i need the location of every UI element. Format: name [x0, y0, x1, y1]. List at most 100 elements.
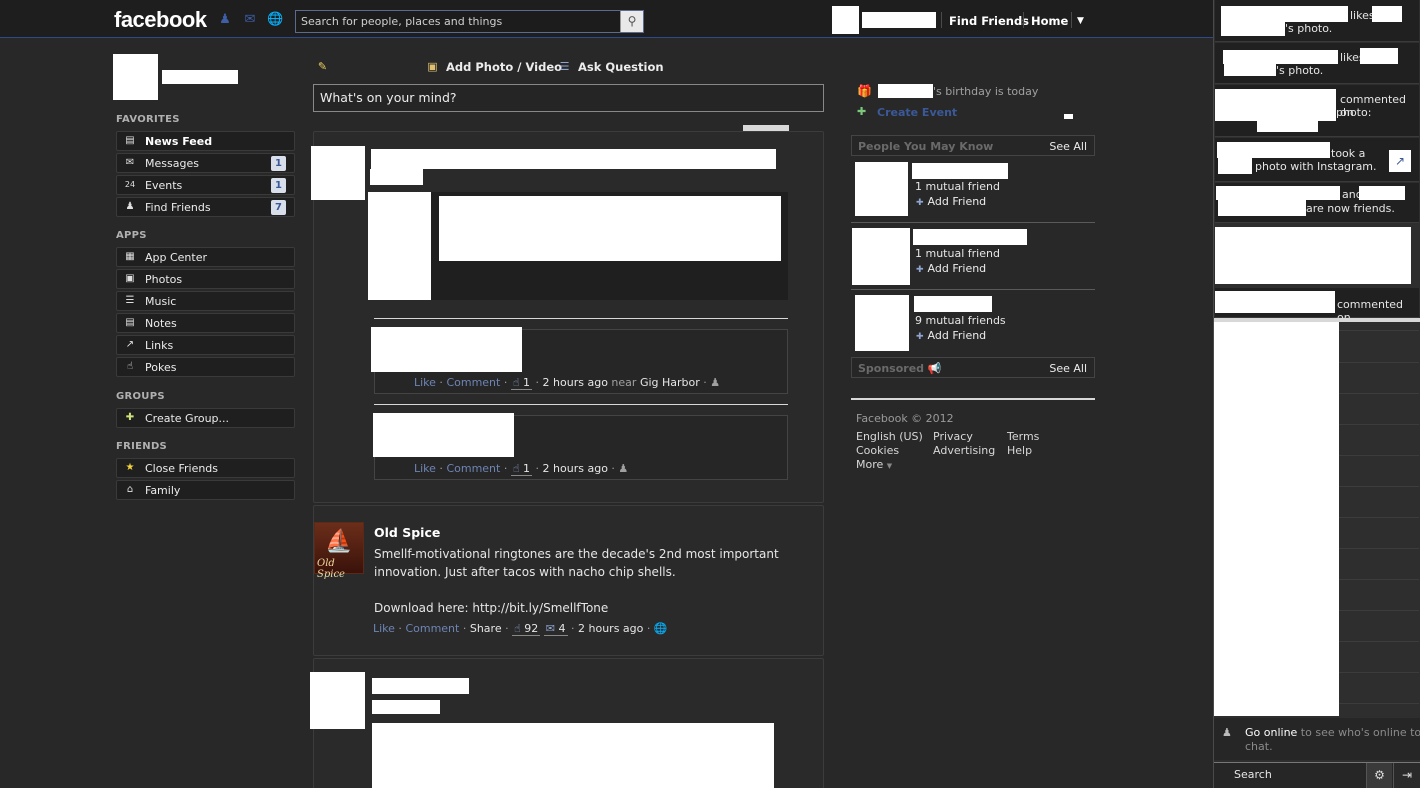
- birthday-friend-name[interactable]: [878, 84, 933, 98]
- old-spice-logo[interactable]: ⛵ Old Spice: [314, 522, 364, 580]
- ticker-story-content[interactable]: [1215, 227, 1411, 284]
- add-friend-button[interactable]: ✚ Add Friend: [916, 262, 986, 275]
- sponsored-see-all-link[interactable]: See All: [1049, 362, 1087, 375]
- messages-icon[interactable]: ✉: [242, 13, 258, 27]
- advertising-link[interactable]: Advertising: [933, 444, 995, 457]
- sidebar-item-events[interactable]: 24 Events 1: [116, 175, 295, 195]
- ticker-target: [1224, 64, 1276, 76]
- story-content: [372, 723, 774, 788]
- ask-question-icon: ☰: [559, 60, 570, 73]
- ticker-text: 's photo.: [1276, 64, 1324, 77]
- comment-actions: Like · Comment · ☝ 1 · 2 hours ago near …: [414, 376, 721, 390]
- cookies-link[interactable]: Cookies: [856, 444, 899, 457]
- chat-search-input[interactable]: Search: [1234, 768, 1272, 781]
- chat-options-gear-icon[interactable]: ⚙: [1366, 763, 1392, 788]
- sponsored-header: Sponsored 📢 See All: [851, 357, 1095, 378]
- sidebar-item-create-group[interactable]: ✚ Create Group...: [116, 408, 295, 428]
- sidebar-item-find-friends[interactable]: ♟ Find Friends 7: [116, 197, 295, 217]
- like-link[interactable]: Like: [373, 622, 395, 635]
- notifications-globe-icon[interactable]: 🌐: [267, 13, 283, 27]
- mutual-friends-text[interactable]: 9 mutual friends: [915, 314, 1006, 327]
- comment-link[interactable]: Comment: [446, 462, 500, 475]
- status-input[interactable]: What's on your mind?: [313, 84, 824, 112]
- search-input[interactable]: [296, 11, 621, 32]
- chat-popout-icon[interactable]: ⇥: [1393, 763, 1420, 788]
- sidebar-item-music[interactable]: ☰ Music: [116, 291, 295, 311]
- mutual-friends-text[interactable]: 1 mutual friend: [915, 180, 1000, 193]
- like-link[interactable]: Like: [414, 376, 436, 389]
- add-friend-button[interactable]: ✚ Add Friend: [916, 329, 986, 342]
- timestamp[interactable]: 2 hours ago: [543, 462, 608, 475]
- sidebar-item-links[interactable]: ↗ Links: [116, 335, 295, 355]
- add-friend-button[interactable]: ✚ Add Friend: [916, 195, 986, 208]
- copyright-text: Facebook © 2012: [856, 412, 954, 425]
- pymk-avatar[interactable]: [855, 162, 908, 216]
- share-link[interactable]: Share: [470, 622, 502, 635]
- language-link[interactable]: English (US): [856, 430, 923, 443]
- sidebar-item-photos[interactable]: ▣ Photos: [116, 269, 295, 289]
- go-online-link[interactable]: Go online: [1245, 726, 1297, 739]
- home-link[interactable]: Home: [1031, 14, 1068, 28]
- account-menu-chevron-icon[interactable]: ▼: [1077, 16, 1084, 26]
- add-photo-video-tab[interactable]: Add Photo / Video: [446, 60, 562, 74]
- birthday-text: 's birthday is today: [933, 85, 1039, 98]
- comment-link[interactable]: Comment: [446, 376, 500, 389]
- search-icon[interactable]: ⚲: [620, 11, 643, 32]
- create-event-link[interactable]: Create Event: [877, 106, 957, 119]
- user-avatar[interactable]: [113, 54, 158, 100]
- story-avatar[interactable]: [310, 672, 365, 729]
- close-reminder-icon[interactable]: [1064, 114, 1073, 119]
- ticker-target: [1218, 200, 1306, 216]
- comment-link[interactable]: Comment: [405, 622, 459, 635]
- profile-name[interactable]: [862, 12, 936, 28]
- more-link[interactable]: More ▼: [856, 458, 892, 471]
- create-event-icon: ✚: [857, 105, 867, 118]
- like-count[interactable]: ☝ 92: [512, 622, 541, 636]
- chat-search-bar: Search ⚙ ⇥: [1214, 762, 1420, 788]
- comment-content: [373, 413, 514, 457]
- friends-icon: ♟: [125, 201, 135, 212]
- sidebar-item-notes[interactable]: ▤ Notes: [116, 313, 295, 333]
- pymk-avatar[interactable]: [855, 295, 909, 351]
- facebook-logo[interactable]: facebook: [114, 7, 207, 33]
- pymk-avatar[interactable]: [852, 228, 910, 285]
- like-count[interactable]: ☝ 1: [510, 462, 533, 476]
- location-link[interactable]: Gig Harbor: [640, 376, 700, 389]
- user-name[interactable]: [162, 70, 238, 84]
- timestamp[interactable]: 2 hours ago: [543, 376, 608, 389]
- profile-avatar[interactable]: [832, 6, 859, 34]
- music-icon: ☰: [125, 295, 135, 306]
- chat-friends-list[interactable]: [1214, 322, 1339, 716]
- page-name-link[interactable]: Old Spice: [374, 525, 440, 540]
- ask-question-tab[interactable]: Ask Question: [578, 60, 664, 74]
- help-link[interactable]: Help: [1007, 444, 1032, 457]
- attachment-thumbnail[interactable]: [368, 192, 431, 300]
- mutual-friends-text[interactable]: 1 mutual friend: [915, 247, 1000, 260]
- sidebar-item-news-feed[interactable]: ▤ News Feed: [116, 131, 295, 151]
- sidebar-item-close-friends[interactable]: ★ Close Friends: [116, 458, 295, 478]
- timestamp[interactable]: 2 hours ago: [578, 622, 643, 635]
- sidebar-item-pokes[interactable]: ☝ Pokes: [116, 357, 295, 377]
- find-friends-link[interactable]: Find Friends: [949, 14, 1029, 28]
- sidebar-item-messages[interactable]: ✉ Messages 1: [116, 153, 295, 173]
- friend-requests-icon[interactable]: ♟: [217, 13, 233, 27]
- like-link[interactable]: Like: [414, 462, 436, 475]
- update-status-icon[interactable]: ✎: [315, 59, 330, 74]
- like-count[interactable]: ☝ 1: [510, 376, 533, 390]
- post-link-text[interactable]: Download here: http://bit.ly/SmellfTone: [374, 601, 608, 615]
- ticker-text: photo:: [1336, 106, 1372, 119]
- story-avatar[interactable]: [311, 146, 365, 200]
- sidebar-item-app-center[interactable]: ▦ App Center: [116, 247, 295, 267]
- privacy-link[interactable]: Privacy: [933, 430, 973, 443]
- pymk-name[interactable]: [912, 163, 1008, 179]
- instagram-open-icon[interactable]: ↗: [1389, 150, 1411, 172]
- pymk-name[interactable]: [913, 229, 1027, 245]
- pymk-see-all-link[interactable]: See All: [1049, 140, 1087, 153]
- pymk-name[interactable]: [914, 296, 992, 312]
- add-friend-icon: ✚: [916, 198, 924, 208]
- comment-count[interactable]: ✉ 4: [543, 622, 568, 636]
- sidebar-item-family[interactable]: ⌂ Family: [116, 480, 295, 500]
- ship-icon: ⛵: [325, 529, 353, 554]
- terms-link[interactable]: Terms: [1007, 430, 1039, 443]
- friends-audience-icon: ♟: [618, 462, 629, 475]
